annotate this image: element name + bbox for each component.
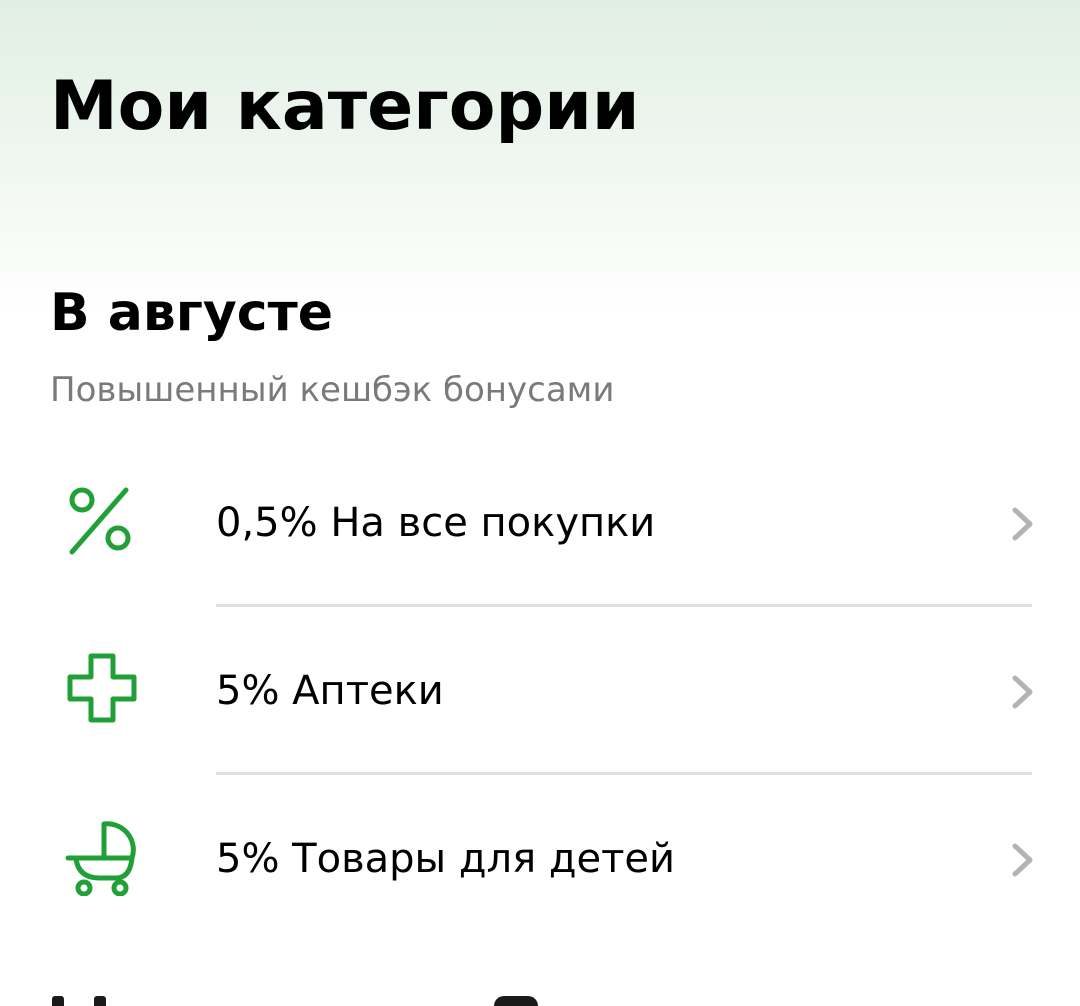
section-subtitle: Повышенный кешбэк бонусами — [50, 370, 615, 410]
section-title: В августе — [50, 283, 334, 343]
divider — [216, 772, 1032, 775]
category-row-kids-goods[interactable]: 5% Товары для детей — [0, 776, 1080, 944]
page-title: Мои категории — [50, 67, 640, 146]
divider — [216, 604, 1032, 607]
chevron-right-icon — [1006, 670, 1040, 714]
chevron-right-icon — [1006, 502, 1040, 546]
category-label: 0,5% На все покупки — [216, 500, 656, 546]
chevron-right-icon — [1006, 838, 1040, 882]
category-row-pharmacies[interactable]: 5% Аптеки — [0, 608, 1080, 776]
category-label: 5% Аптеки — [216, 668, 444, 714]
percent-icon — [62, 480, 142, 560]
medical-cross-icon — [62, 648, 142, 728]
category-row-all-purchases[interactable]: 0,5% На все покупки — [0, 440, 1080, 608]
category-label: 5% Товары для детей — [216, 836, 676, 882]
baby-stroller-icon — [62, 816, 142, 896]
next-section-heading-cutoff — [50, 978, 1050, 1006]
